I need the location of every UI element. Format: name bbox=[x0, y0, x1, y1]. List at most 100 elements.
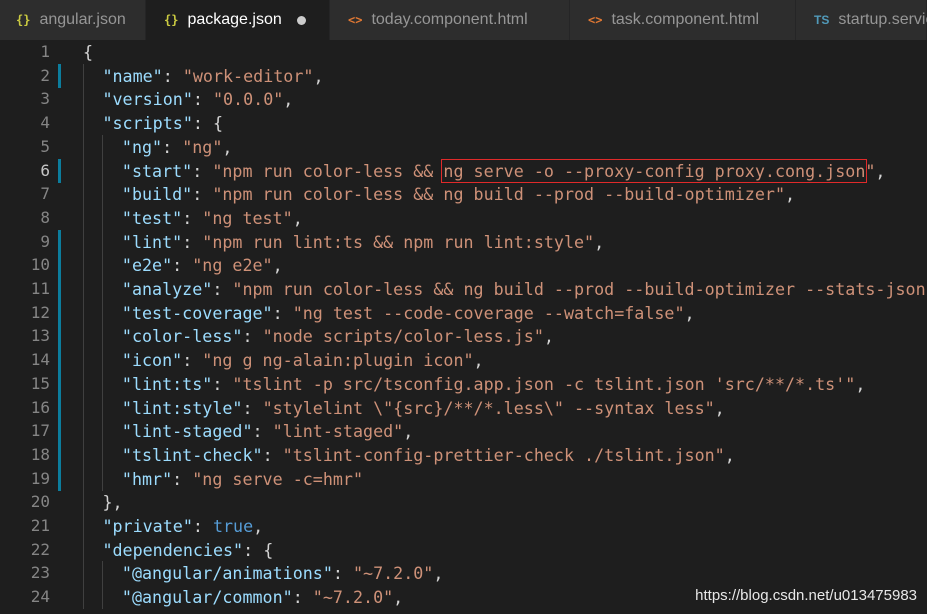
indent-guide bbox=[83, 537, 84, 562]
indent-guide bbox=[102, 158, 104, 183]
code-text: "lint:ts": "tslint -p src/tsconfig.app.j… bbox=[122, 372, 865, 396]
code-text: "@angular/common": "~7.2.0", bbox=[122, 585, 403, 609]
indent-guide bbox=[83, 348, 84, 373]
tab-task-component-html[interactable]: <> task.component.html bbox=[570, 0, 796, 40]
json-key: "test" bbox=[121, 207, 183, 228]
git-modified-marker bbox=[58, 277, 61, 301]
line-number: 9 bbox=[40, 231, 50, 251]
code-line[interactable]: 6 "start": "npm run color-less && ng serv… bbox=[0, 158, 927, 183]
indent-guide bbox=[83, 229, 84, 254]
code-line[interactable]: 2 "name": "work-editor", bbox=[0, 63, 927, 88]
code-text: "test-coverage": "ng test --code-coverag… bbox=[122, 301, 695, 325]
indent-guide bbox=[83, 158, 84, 183]
punctuation: , bbox=[313, 65, 324, 86]
json-key: "tslint-check" bbox=[121, 444, 263, 465]
punctuation: , bbox=[222, 136, 233, 157]
punctuation: , bbox=[724, 444, 735, 465]
json-key: "version" bbox=[102, 89, 193, 110]
line-number: 3 bbox=[40, 89, 50, 109]
line-number: 24 bbox=[30, 587, 50, 607]
json-string: "npm run color-less && ng build --prod -… bbox=[232, 279, 927, 299]
indent-guide bbox=[102, 205, 104, 230]
json-string: "tslint-config-prettier-check ./tslint.j… bbox=[282, 444, 725, 465]
line-number: 17 bbox=[30, 421, 50, 441]
tab-angular-json[interactable]: {} angular.json bbox=[0, 0, 146, 40]
line-number: 19 bbox=[30, 468, 50, 488]
code-line[interactable]: 9 "lint": "npm run lint:ts && npm run lin… bbox=[0, 229, 927, 254]
code-line[interactable]: 7 "build": "npm run color-less && ng buil… bbox=[0, 182, 927, 207]
json-key: "hmr" bbox=[121, 468, 173, 489]
tab-startup-service-ts[interactable]: TS startup.service.ts bbox=[796, 0, 927, 40]
json-string: "ng e2e" bbox=[192, 255, 273, 276]
git-modified-marker bbox=[58, 324, 61, 349]
code-line[interactable]: 8 "test": "ng test", bbox=[0, 205, 927, 230]
code-text: "lint:style": "stylelint \"{src}/**/*.le… bbox=[122, 396, 725, 420]
code-line[interactable]: 5 "ng": "ng", bbox=[0, 134, 927, 159]
punctuation: , bbox=[283, 89, 294, 110]
json-string: "ng" bbox=[182, 136, 223, 157]
git-modified-marker bbox=[58, 442, 61, 467]
punctuation: : bbox=[332, 563, 353, 584]
json-string: "node scripts/color-less.js" bbox=[262, 326, 544, 347]
json-boolean: true bbox=[212, 516, 254, 536]
code-text: "analyze": "npm run color-less && ng bui… bbox=[122, 277, 927, 301]
code-text: }, bbox=[102, 490, 122, 514]
code-line[interactable]: 16 "lint:style": "stylelint \"{src}/**/*.… bbox=[0, 395, 927, 420]
code-line[interactable]: 15 "lint:ts": "tslint -p src/tsconfig.app… bbox=[0, 371, 927, 396]
punctuation: : bbox=[242, 326, 263, 347]
code-line[interactable]: 19 "hmr": "ng serve -c=hmr" bbox=[0, 466, 927, 491]
line-number: 20 bbox=[30, 492, 50, 512]
watermark: https://blog.csdn.net/u013475983 bbox=[695, 587, 917, 604]
code-line[interactable]: 20}, bbox=[0, 490, 927, 515]
unsaved-dot-icon[interactable] bbox=[296, 15, 306, 25]
indent-guide bbox=[83, 111, 84, 136]
code-text: "icon": "ng g ng-alain:plugin icon", bbox=[122, 348, 484, 372]
indent-guide bbox=[102, 300, 104, 325]
punctuation: , bbox=[543, 326, 554, 347]
indent-guide bbox=[102, 229, 104, 254]
json-file-icon: {} bbox=[164, 13, 179, 27]
code-line[interactable]: 13 "color-less": "node scripts/color-less… bbox=[0, 324, 927, 349]
code-text: "dependencies": { bbox=[102, 538, 273, 562]
code-editor[interactable]: 1{2 "name": "work-editor", 3 "version": "0.… bbox=[0, 40, 927, 614]
json-string: "lint-staged" bbox=[272, 421, 404, 442]
tab-label: task.component.html bbox=[611, 11, 760, 28]
code-line[interactable]: 4 "scripts": { bbox=[0, 111, 927, 136]
code-text: "e2e": "ng e2e", bbox=[122, 253, 283, 277]
code-line[interactable]: 18 "tslint-check": "tslint-config-prettie… bbox=[0, 442, 927, 467]
code-line[interactable]: 11 "analyze": "npm run color-less && ng b… bbox=[0, 277, 927, 301]
code-line[interactable]: 17 "lint-staged": "lint-staged", bbox=[0, 419, 927, 444]
code-line[interactable]: 1{ bbox=[0, 40, 927, 64]
code-line[interactable]: 3 "version": "0.0.0", bbox=[0, 87, 927, 112]
code-line[interactable]: 14 "icon": "ng g ng-alain:plugin icon", bbox=[0, 348, 927, 373]
code-line[interactable]: 12 "test-coverage": "ng test --code-cover… bbox=[0, 300, 927, 325]
punctuation: : bbox=[172, 255, 193, 276]
punctuation: : bbox=[182, 231, 203, 252]
json-string: "ng test --code-coverage --watch=false" bbox=[292, 302, 685, 323]
json-string: "ng serve -c=hmr" bbox=[192, 468, 364, 489]
code-line[interactable]: 10 "e2e": "ng e2e", bbox=[0, 253, 927, 278]
indent-guide bbox=[102, 277, 104, 301]
punctuation: : bbox=[172, 468, 193, 489]
json-string: "work-editor" bbox=[182, 65, 314, 86]
tab-label: angular.json bbox=[39, 11, 126, 28]
json-key: "lint" bbox=[121, 231, 183, 252]
punctuation: , bbox=[403, 421, 414, 442]
code-line[interactable]: 22 "dependencies": { bbox=[0, 537, 927, 562]
code-text: "hmr": "ng serve -c=hmr" bbox=[122, 467, 363, 491]
code-line[interactable]: 23 "@angular/animations": "~7.2.0", bbox=[0, 561, 927, 586]
indent-guide bbox=[83, 324, 84, 349]
tab-package-json[interactable]: {} package.json bbox=[146, 0, 330, 40]
punctuation: : bbox=[292, 587, 313, 608]
punctuation: : bbox=[192, 516, 213, 536]
punctuation: : bbox=[182, 350, 203, 371]
code-line[interactable]: 21 "private": true, bbox=[0, 514, 927, 538]
tab-today-component-html[interactable]: <> today.component.html bbox=[330, 0, 570, 40]
json-key: "lint-staged" bbox=[121, 421, 253, 442]
indent-guide bbox=[102, 371, 104, 396]
indent-guide bbox=[102, 466, 104, 491]
code-text: "start": "npm run color-less && ng serve… bbox=[122, 158, 885, 183]
code-text: "tslint-check": "tslint-config-prettier-… bbox=[122, 443, 735, 467]
json-key: "private" bbox=[102, 516, 193, 536]
punctuation: : bbox=[212, 373, 233, 394]
